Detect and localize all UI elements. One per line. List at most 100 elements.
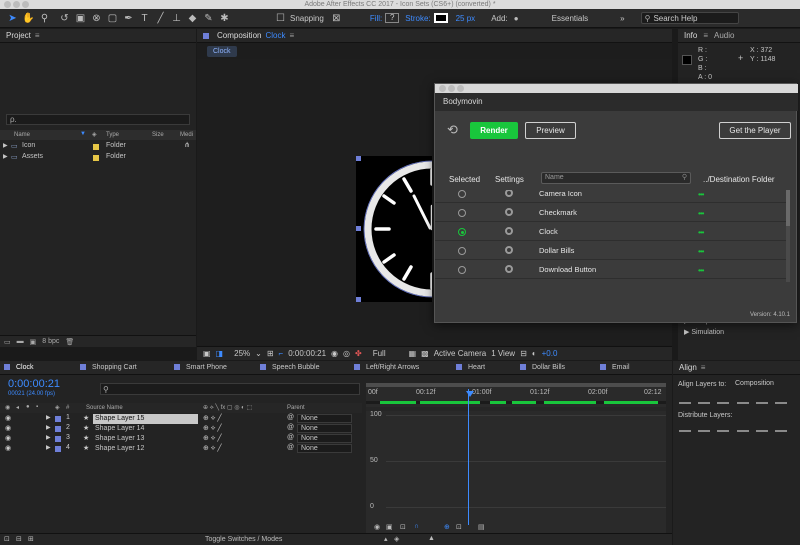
distribute-vertical-center-icon[interactable] [698, 424, 711, 432]
panel-menu-icon[interactable]: ≡ [701, 363, 706, 372]
reset-exposure-icon[interactable]: ◐ [532, 349, 537, 358]
distribute-right-icon[interactable] [775, 424, 788, 432]
panel-menu-icon[interactable]: ≡ [703, 31, 708, 40]
align-panel-title[interactable]: Align [679, 363, 697, 372]
table-row[interactable]: ◉ ▶ 3 ★ Shape Layer 13 ⊕ ⟡ ╱ @ None [0, 434, 362, 444]
interpret-footage-icon[interactable]: ▭ [4, 338, 11, 346]
bounding-handle[interactable] [356, 226, 361, 231]
expand-triangle-icon[interactable]: ▶ [46, 424, 51, 431]
bounding-handle[interactable] [356, 297, 361, 302]
render-button[interactable]: Render [470, 122, 518, 139]
close-window-button[interactable] [4, 1, 11, 8]
select-radio[interactable] [458, 247, 466, 255]
brush-tool-icon[interactable]: ╱ [154, 12, 167, 25]
zoom-in-icon[interactable]: ▲ [428, 535, 435, 542]
column-name[interactable]: Name [14, 132, 30, 138]
distribute-left-icon[interactable] [736, 424, 749, 432]
effects-category[interactable]: ▶ Simulation [678, 328, 800, 339]
column-type[interactable]: Type [106, 132, 119, 138]
trash-icon[interactable]: 🗑 [65, 338, 74, 346]
pick-whip-icon[interactable]: @ [287, 444, 294, 451]
timeline-current-time[interactable]: 0:00:00:21 [8, 378, 60, 390]
layer-switches-icon[interactable]: ⊕ ⟡ ╱ [203, 434, 222, 443]
zoom-slider-thumb-icon[interactable]: ◈ [394, 535, 399, 543]
zoom-out-icon[interactable]: ▴ [384, 535, 388, 543]
bodymovin-tab[interactable]: Bodymovin [435, 93, 798, 111]
align-bottom-icon[interactable] [775, 396, 788, 404]
tab-email[interactable]: Email [600, 364, 630, 371]
distribute-bottom-icon[interactable] [717, 424, 730, 432]
select-radio[interactable] [458, 266, 466, 274]
destination-dots[interactable]: ••• [698, 266, 704, 275]
workspace-menu-icon[interactable]: » [620, 14, 624, 23]
expand-triangle-icon[interactable]: ▶ [46, 444, 51, 451]
graph-options-icon[interactable]: ▣ [386, 523, 393, 531]
composition-panel-label[interactable]: Composition [217, 31, 261, 40]
list-item[interactable]: Checkmark ••• [435, 203, 787, 222]
label-color-chip[interactable] [55, 426, 61, 432]
align-top-icon[interactable] [736, 396, 749, 404]
stroke-label[interactable]: Stroke: [405, 14, 430, 23]
align-right-icon[interactable] [717, 396, 730, 404]
parent-dropdown[interactable]: None [297, 414, 352, 423]
roto-brush-tool-icon[interactable]: ✎ [202, 12, 215, 25]
zoom-window-button[interactable] [457, 85, 464, 92]
layer-name[interactable]: Shape Layer 12 [93, 444, 198, 454]
add-dropdown-icon[interactable]: ● [510, 12, 523, 25]
expand-triangle-icon[interactable]: ▶ [46, 414, 51, 421]
view-layout-dropdown[interactable]: 1 View [491, 349, 515, 358]
layer-switches-icon[interactable]: ⊕ ⟡ ╱ [203, 444, 222, 453]
chevron-down-icon[interactable]: ⌄ [255, 349, 262, 358]
project-search-input[interactable]: ρ. [6, 114, 190, 125]
exposure-value[interactable]: +0.0 [542, 349, 558, 358]
project-item[interactable]: ▶ ▭ Assets Folder [0, 152, 196, 163]
fill-swatch[interactable]: ? [385, 13, 400, 23]
fit-selection-icon[interactable]: ⊕ [444, 523, 450, 531]
puppet-pin-tool-icon[interactable]: ✱ [218, 12, 231, 25]
list-item[interactable]: Dollar Bills ••• [435, 241, 787, 260]
destination-dots[interactable]: ••• [698, 190, 704, 199]
new-comp-icon[interactable]: ▣ [30, 338, 37, 346]
list-item[interactable]: Camera Icon ••• [435, 190, 787, 203]
list-scrollbar[interactable] [786, 190, 790, 282]
work-area-bar[interactable] [366, 383, 666, 387]
refresh-icon[interactable]: ⟲ [447, 122, 458, 138]
toggle-pixel-icon[interactable]: ⊟ [520, 349, 527, 358]
camera-tool-icon[interactable]: ▣ [74, 12, 87, 25]
flowchart-icon[interactable]: ⋔ [184, 141, 190, 149]
lock-icon[interactable] [203, 32, 209, 39]
project-item[interactable]: ▶ ▭ Icon Folder ⋔ [0, 141, 196, 152]
label-color-chip[interactable] [55, 436, 61, 442]
rotate-tool-icon[interactable]: ↺ [58, 12, 71, 25]
settings-gear-icon[interactable] [505, 190, 513, 197]
layer-name[interactable]: Shape Layer 14 [93, 424, 198, 434]
settings-gear-icon[interactable] [505, 246, 513, 254]
parent-dropdown[interactable]: None [297, 444, 352, 453]
layer-switches-icon[interactable]: ⊕ ⟡ ╱ [203, 414, 222, 423]
clone-stamp-tool-icon[interactable]: ⊥ [170, 12, 183, 25]
layer-name[interactable]: Shape Layer 15 [93, 414, 198, 424]
stroke-width-value[interactable]: 25 px [456, 14, 476, 23]
layer-switches-toggle-icon[interactable]: ⊟ [16, 535, 22, 543]
panel-menu-icon[interactable]: ≡ [289, 31, 294, 40]
eye-icon[interactable]: ◉ [5, 424, 11, 432]
stroke-swatch[interactable] [433, 13, 448, 23]
expand-triangle-icon[interactable]: ▶ [3, 142, 8, 149]
destination-dots[interactable]: ••• [698, 247, 704, 256]
tab-shopping-cart[interactable]: Shopping Cart [80, 364, 137, 371]
column-size[interactable]: Size [152, 132, 164, 138]
list-item[interactable]: Clock ••• [435, 222, 787, 241]
snap-options-icon[interactable]: ⊠ [330, 12, 343, 25]
tab-left-right-arrows[interactable]: Left/Right Arrows [354, 364, 419, 371]
graph-visibility-icon[interactable]: ◉ [374, 523, 380, 531]
select-radio[interactable] [458, 190, 466, 198]
project-panel-title[interactable]: Project [6, 31, 31, 40]
distribute-horizontal-center-icon[interactable] [755, 424, 768, 432]
mask-visibility-icon[interactable]: ⌐ [279, 349, 284, 358]
parent-dropdown[interactable]: None [297, 424, 352, 433]
snapshot-icon[interactable]: ◉ [331, 349, 338, 358]
tab-smart-phone[interactable]: Smart Phone [174, 364, 227, 371]
settings-gear-icon[interactable] [505, 208, 513, 216]
comp-button-icon[interactable]: ⊡ [4, 535, 10, 543]
align-vertical-center-icon[interactable] [755, 396, 768, 404]
